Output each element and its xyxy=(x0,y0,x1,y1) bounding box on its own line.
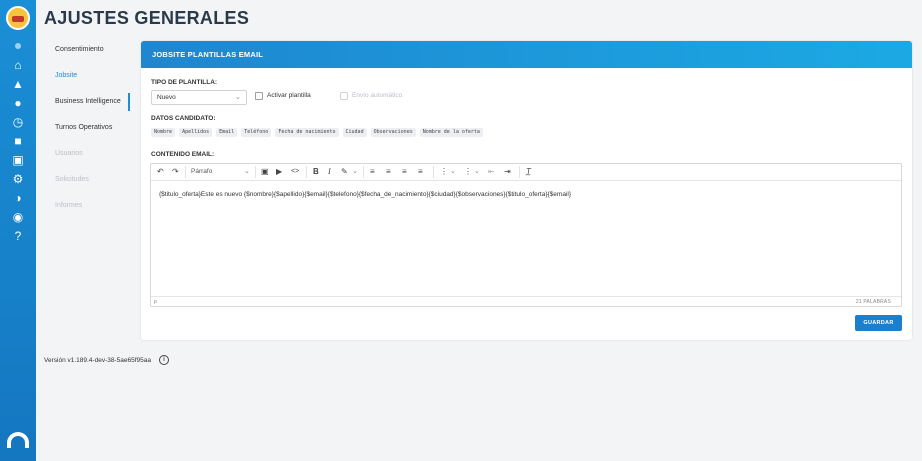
editor-toolbar: ↶ ↷ Párrafo ⌄ ▣ ▶ <> B I ✎ ⌄ ≡ ≡ ≡ ≡ ⋮ ⌄… xyxy=(151,164,901,181)
candidate-data-label: DATOS CANDIDATO: xyxy=(151,115,216,122)
auto-send-checkbox xyxy=(340,92,348,100)
image-icon[interactable]: ▣ xyxy=(261,167,269,177)
clock-icon[interactable]: ◷ xyxy=(11,115,25,129)
italic-icon[interactable]: I xyxy=(328,167,331,177)
clear-format-icon[interactable]: T̲ xyxy=(526,167,531,177)
subnav-item-solicitudes: Solicitudes xyxy=(55,176,89,183)
field-chip[interactable]: Nombre de la oferta xyxy=(419,128,483,137)
home-icon[interactable]: ⌂ xyxy=(11,58,25,72)
users-icon[interactable]: ● xyxy=(11,96,25,110)
field-chip[interactable]: Observaciones xyxy=(370,128,416,137)
toolbar-divider xyxy=(306,166,307,178)
save-button[interactable]: GUARDAR xyxy=(855,315,902,331)
subnav-item-jobsite[interactable]: Jobsite xyxy=(40,66,132,111)
status-dot xyxy=(15,43,21,49)
template-type-select[interactable]: Nuevo ⌄ xyxy=(151,90,247,105)
info-icon[interactable]: i xyxy=(159,355,169,365)
element-path[interactable]: p xyxy=(154,299,157,305)
bold-icon[interactable]: B xyxy=(313,167,319,177)
align-left-icon[interactable]: ≡ xyxy=(370,167,375,177)
field-chip[interactable]: Teléfono xyxy=(241,128,272,137)
editor-statusbar: p 21 PALABRAS xyxy=(151,296,901,306)
indent-icon[interactable]: ⇥ xyxy=(504,167,511,177)
format-select[interactable]: Párrafo xyxy=(191,167,212,177)
version-text: Versión v1.189.4-dev-38-5ae65f95aa xyxy=(44,357,151,364)
chat-icon[interactable]: ◉ xyxy=(11,210,25,224)
highlight-icon[interactable]: ✎ xyxy=(341,167,348,177)
subnav-item-business-intelligence[interactable]: Business Intelligence xyxy=(40,92,132,118)
media-icon[interactable]: ▶ xyxy=(276,167,282,177)
settings-subnav: Consentimiento Jobsite Business Intellig… xyxy=(40,40,132,222)
numbered-list-icon[interactable]: ⋮ xyxy=(464,167,472,177)
brand-icon xyxy=(7,432,29,448)
chevron-down-icon[interactable]: ⌄ xyxy=(450,167,456,177)
briefcase-icon[interactable]: ■ xyxy=(11,134,25,148)
bullet-list-icon[interactable]: ⋮ xyxy=(440,167,448,177)
toolbar-divider xyxy=(519,166,520,178)
rich-text-editor[interactable]: ↶ ↷ Párrafo ⌄ ▣ ▶ <> B I ✎ ⌄ ≡ ≡ ≡ ≡ ⋮ ⌄… xyxy=(150,163,902,307)
chevron-down-icon[interactable]: ⌄ xyxy=(352,167,358,177)
align-right-icon[interactable]: ≡ xyxy=(402,167,407,177)
page-title: AJUSTES GENERALES xyxy=(44,8,250,28)
chevron-down-icon[interactable]: ⌄ xyxy=(244,167,250,177)
bell-icon[interactable]: ▲ xyxy=(11,77,25,91)
email-content-label: CONTENIDO EMAIL: xyxy=(151,151,215,158)
field-chip[interactable]: Ciudad xyxy=(342,128,367,137)
card-header: JOBSITE PLANTILLAS EMAIL xyxy=(141,41,912,68)
field-chip[interactable]: Fecha de nacimiento xyxy=(275,128,339,137)
template-type-label: TIPO DE PLANTILLA: xyxy=(151,79,218,86)
toolbar-divider xyxy=(363,166,364,178)
toolbar-divider xyxy=(185,166,186,178)
subnav-item-consentimiento[interactable]: Consentimiento xyxy=(40,40,132,66)
field-chip[interactable]: Email xyxy=(216,128,238,137)
pie-chart-icon[interactable]: ◑ xyxy=(11,191,25,205)
chevron-down-icon: ⌄ xyxy=(235,94,241,101)
chevron-down-icon[interactable]: ⌄ xyxy=(474,167,480,177)
template-type-value: Nuevo xyxy=(157,94,176,101)
side-rail: ⌂ ▲ ● ◷ ■ ▣ ⚙ ◑ ◉ ? xyxy=(0,0,36,461)
email-templates-card: JOBSITE PLANTILLAS EMAIL TIPO DE PLANTIL… xyxy=(141,41,912,340)
code-icon[interactable]: <> xyxy=(291,167,299,177)
align-justify-icon[interactable]: ≡ xyxy=(418,167,423,177)
field-chip[interactable]: Nombre xyxy=(151,128,176,137)
subnav-item-informes: Informes xyxy=(55,202,83,209)
toolbar-divider xyxy=(255,166,256,178)
toolbar-divider xyxy=(433,166,434,178)
subnav-item-usuarios: Usuarios xyxy=(55,150,83,157)
word-count: 21 PALABRAS xyxy=(855,299,891,305)
app-logo-icon[interactable] xyxy=(6,6,30,30)
field-chip[interactable]: Apellidos xyxy=(179,128,213,137)
activate-template-checkbox[interactable] xyxy=(255,92,263,100)
candidate-fields: Nombre Apellidos Email Teléfono Fecha de… xyxy=(151,128,483,137)
editor-content[interactable]: {$titulo_oferta}Este es nuevo {$nombre}{… xyxy=(151,181,901,208)
subnav-item-turnos-operativos[interactable]: Turnos Operativos xyxy=(40,118,132,144)
align-center-icon[interactable]: ≡ xyxy=(386,167,391,177)
auto-send-label: Envío automático xyxy=(352,92,403,99)
id-card-icon[interactable]: ▣ xyxy=(11,153,25,167)
gear-icon[interactable]: ⚙ xyxy=(11,172,25,186)
redo-icon[interactable]: ↷ xyxy=(172,167,179,177)
help-icon[interactable]: ? xyxy=(11,229,25,243)
undo-icon[interactable]: ↶ xyxy=(157,167,164,177)
activate-template-label: Activar plantilla xyxy=(267,92,311,99)
outdent-icon[interactable]: ⇤ xyxy=(488,167,495,177)
